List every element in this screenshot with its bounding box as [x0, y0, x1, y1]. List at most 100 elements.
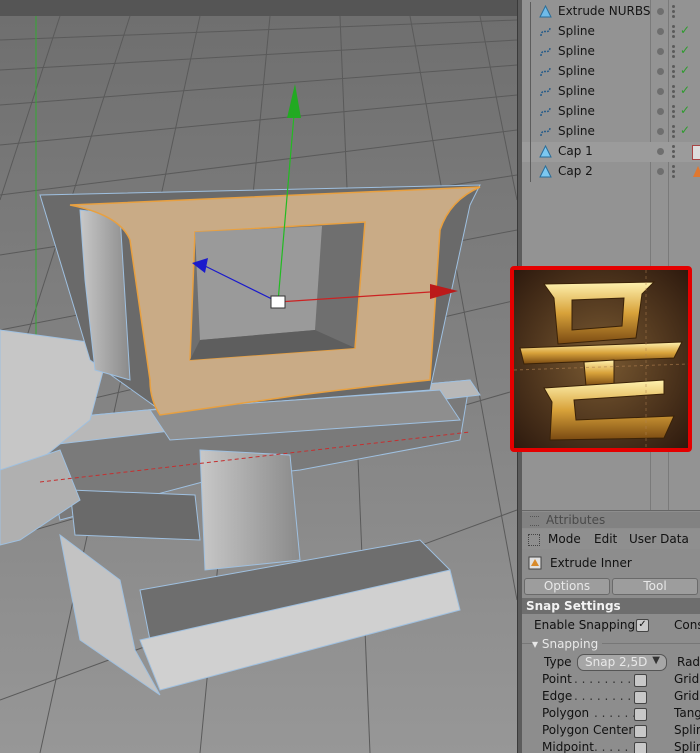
snap-option-label: Polygon — [542, 706, 590, 720]
menu-user-data[interactable]: User Data — [629, 532, 689, 546]
grip-icon — [530, 516, 539, 526]
enabled-check-icon[interactable]: ✓ — [680, 23, 690, 37]
snap-option-label: Point — [542, 672, 572, 686]
spline-icon — [540, 126, 551, 137]
object-row[interactable]: Spline ✓ — [522, 82, 700, 102]
visibility-dot[interactable] — [657, 8, 664, 15]
leader-dots: . . . . . . . . . — [574, 672, 639, 686]
snap-option-row: Edge . . . . . . . . . . Gridl — [522, 689, 700, 706]
enabled-check-icon[interactable]: ✓ — [680, 63, 690, 77]
snap-option-row: Point . . . . . . . . . Grid — [522, 672, 700, 689]
polygon-object-icon — [539, 145, 552, 158]
object-name: Spline — [558, 24, 595, 38]
tab-options[interactable]: Options — [524, 578, 610, 595]
attributes-title: Attributes — [546, 513, 606, 527]
snap-midpoint-checkbox[interactable] — [634, 742, 647, 753]
object-row[interactable]: Cap 1 — [522, 142, 700, 162]
menu-mode[interactable]: Mode — [548, 532, 581, 546]
object-name: Spline — [558, 44, 595, 58]
snap-option-label: Polygon Center — [542, 723, 634, 737]
visibility-dot[interactable] — [657, 168, 664, 175]
snap-type-dropdown[interactable]: Snap 2,5D ▼ — [577, 654, 667, 671]
enable-snapping-checkbox[interactable]: ✓ — [636, 619, 649, 632]
visibility-dot[interactable] — [657, 68, 664, 75]
gizmo-center-handle — [270, 295, 286, 309]
snap-option-row: Polygon . . . . . . . Tang — [522, 706, 700, 723]
snap-spline-label: Splin — [674, 740, 700, 753]
snap-gridline-label: Gridl — [674, 689, 700, 703]
reference-thumbnail — [510, 266, 692, 452]
type-label: Type — [544, 655, 572, 669]
object-row[interactable]: Spline ✓ — [522, 22, 700, 42]
object-row[interactable]: Spline ✓ — [522, 122, 700, 142]
snapping-group[interactable]: ▾ Snapping — [522, 636, 700, 653]
snap-option-label: Edge — [542, 689, 573, 703]
object-row[interactable]: Spline ✓ — [522, 102, 700, 122]
attributes-title-bar: Attributes — [522, 512, 700, 528]
snap-type-row: Type Snap 2,5D ▼ Rad — [522, 654, 700, 671]
material-tag-icon[interactable] — [692, 145, 700, 160]
spline-icon — [540, 26, 551, 37]
visibility-dot[interactable] — [657, 28, 664, 35]
visibility-dot[interactable] — [657, 128, 664, 135]
snap-polygon-center-checkbox[interactable] — [634, 725, 647, 738]
leader-dots: . . . . . — [594, 740, 629, 753]
object-name: Cap 1 — [558, 144, 593, 158]
visibility-dot[interactable] — [657, 148, 664, 155]
spline-icon — [540, 46, 551, 57]
object-row[interactable]: Spline ✓ — [522, 62, 700, 82]
enable-snapping-label: Enable Snapping — [534, 618, 636, 632]
grip-icon — [528, 534, 540, 546]
reference-glyph-image — [514, 270, 688, 448]
object-row[interactable]: Spline ✓ — [522, 42, 700, 62]
material-tag-icon[interactable] — [692, 165, 700, 178]
attribute-tabs: Options Tool — [524, 578, 700, 595]
snapping-group-title: Snapping — [541, 637, 599, 651]
snap-grid-label: Grid — [674, 672, 700, 686]
object-row[interactable]: Extrude NURBS — [522, 2, 700, 22]
snap-point-checkbox[interactable] — [634, 674, 647, 687]
menu-edit[interactable]: Edit — [594, 532, 617, 546]
snap-spline-label: Splin — [674, 723, 700, 737]
visibility-dot[interactable] — [657, 48, 664, 55]
snap-option-label: Midpoint — [542, 740, 594, 753]
object-name: Spline — [558, 104, 595, 118]
viewport-scene[interactable] — [0, 0, 517, 753]
tool-name: Extrude Inner — [550, 556, 632, 570]
attributes-menu-bar: Mode Edit User Data — [522, 529, 700, 549]
viewport-3d[interactable] — [0, 0, 517, 753]
tab-tool[interactable]: Tool — [612, 578, 698, 595]
object-row[interactable]: Cap 2 — [522, 162, 700, 182]
object-name: Extrude NURBS — [558, 4, 651, 18]
object-name: Cap 2 — [558, 164, 593, 178]
snap-type-value: Snap 2,5D — [585, 655, 648, 669]
snap-polygon-checkbox[interactable] — [634, 708, 647, 721]
visibility-dot[interactable] — [657, 108, 664, 115]
enable-snapping-row: Enable Snapping ✓ Cons — [522, 617, 700, 634]
snap-tangent-label: Tang — [674, 706, 700, 720]
snap-settings-header: Snap Settings — [522, 598, 700, 614]
object-name: Spline — [558, 124, 595, 138]
extrude-nurbs-icon — [539, 5, 552, 18]
chevron-down-icon: ▼ — [652, 655, 660, 666]
enabled-check-icon[interactable]: ✓ — [680, 43, 690, 57]
snapping-group-label[interactable]: ▾ Snapping — [532, 637, 603, 651]
snap-edge-checkbox[interactable] — [634, 691, 647, 704]
spline-icon — [540, 106, 551, 117]
polygon-object-icon — [539, 165, 552, 178]
spline-icon — [540, 66, 551, 77]
spline-icon — [540, 86, 551, 97]
enabled-check-icon[interactable]: ✓ — [680, 123, 690, 137]
snap-option-row: Polygon Center Splin — [522, 723, 700, 740]
radius-label: Rad — [677, 655, 700, 669]
extrude-inner-tool-icon — [528, 556, 542, 570]
constraint-label: Cons — [674, 618, 700, 632]
snap-option-row: Midpoint . . . . . Splin — [522, 740, 700, 753]
tool-title-row: Extrude Inner — [522, 553, 700, 575]
enabled-check-icon[interactable]: ✓ — [680, 83, 690, 97]
object-name: Spline — [558, 64, 595, 78]
viewport-horizon — [0, 0, 517, 16]
object-name: Spline — [558, 84, 595, 98]
enabled-check-icon[interactable]: ✓ — [680, 103, 690, 117]
visibility-dot[interactable] — [657, 88, 664, 95]
